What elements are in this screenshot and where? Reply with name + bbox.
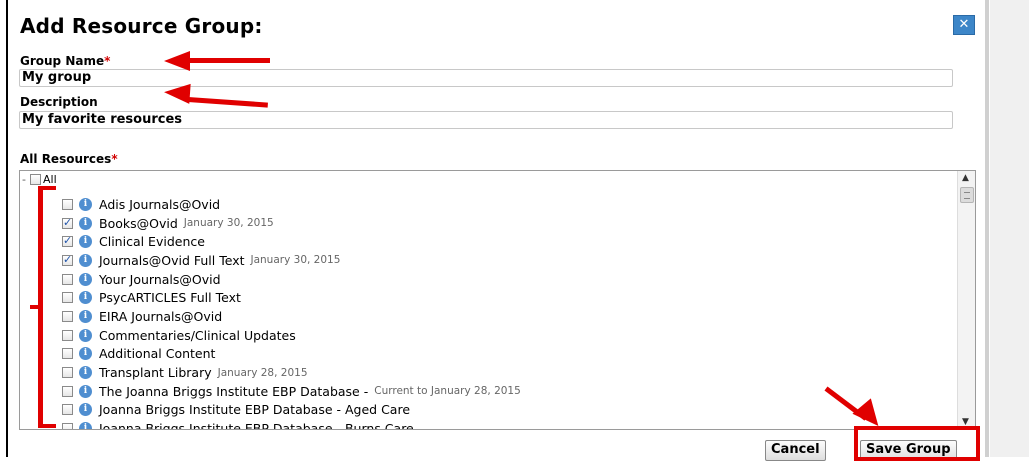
resource-checkbox[interactable] [62,273,73,285]
resource-checkbox[interactable] [62,253,73,266]
dialog-left-border [6,0,8,457]
info-icon[interactable]: i [79,422,92,429]
resource-name: Joanna Briggs Institute EBP Database - A… [99,402,411,418]
info-icon[interactable]: i [79,216,92,230]
list-item[interactable]: i Additional Content [62,345,521,364]
page-background-right [990,0,1029,457]
resource-checkbox[interactable] [62,404,73,416]
resource-checkbox[interactable] [62,198,73,210]
list-item[interactable]: i Your Journals@Ovid [62,270,521,289]
resource-name: Books@Ovid [99,215,178,231]
info-icon[interactable]: i [79,291,92,305]
resource-name: Additional Content [99,346,216,362]
dialog-right-border [985,0,989,457]
required-mark: * [111,152,118,166]
resource-date: January 30, 2015 [250,254,341,267]
resource-name: EIRA Journals@Ovid [99,308,223,324]
resource-checkbox[interactable] [62,310,73,322]
all-resources-label-text: All Resources [20,152,112,166]
required-mark: * [104,54,111,68]
collapse-icon[interactable]: - [22,173,26,186]
info-icon[interactable]: i [79,272,92,286]
resource-name: Transplant Library [99,365,212,381]
resource-name: PsycARTICLES Full Text [99,290,241,306]
info-icon[interactable]: i [79,197,92,211]
info-icon[interactable]: i [79,328,92,342]
resource-date: Current to January 28, 2015 [374,385,521,398]
dialog-title: Add Resource Group: [20,14,263,38]
list-item[interactable]: i Joanna Briggs Institute EBP Database - … [62,419,521,430]
cancel-button[interactable]: Cancel [765,440,826,461]
resource-name: Adis Journals@Ovid [99,196,221,212]
list-item[interactable]: i Journals@Ovid Full Text January 30, 2015 [62,251,521,270]
resource-checkbox[interactable] [62,367,73,379]
all-resources-label: All Resources* [20,152,118,166]
tree-root-label: All [42,173,57,186]
resource-date: January 28, 2015 [217,366,308,379]
list-item[interactable]: i The Joanna Briggs Institute EBP Databas… [62,382,521,401]
list-item[interactable]: i Clinical Evidence [62,232,521,251]
info-icon[interactable]: i [79,235,92,249]
list-item[interactable]: i Joanna Briggs Institute EBP Database - … [62,401,521,420]
group-name-field[interactable]: My group [19,69,953,87]
list-item[interactable]: i Books@Ovid January 30, 2015 [62,214,521,233]
group-name-label: Group Name* [20,54,110,68]
annotation-save-highlight [854,426,980,461]
scroll-up-icon[interactable]: ▲ [962,173,969,183]
info-icon[interactable]: i [79,403,92,417]
resource-checkbox[interactable] [62,234,73,248]
resource-name: Your Journals@Ovid [99,271,221,287]
scrollbar-thumb[interactable] [960,187,974,203]
list-item[interactable]: i Adis Journals@Ovid [62,195,521,214]
list-item[interactable]: i Transplant Library January 28, 2015 [62,363,521,382]
info-icon[interactable]: i [79,384,92,398]
description-label: Description [20,95,98,109]
list-item[interactable]: i Commentaries/Clinical Updates [62,326,521,345]
resource-checkbox[interactable] [62,423,73,429]
info-icon[interactable]: i [79,366,92,380]
tree-root: - All [22,173,57,186]
resource-name: Commentaries/Clinical Updates [99,327,296,343]
info-icon[interactable]: i [79,347,92,361]
close-icon[interactable]: ✕ [953,15,975,35]
resource-name: The Joanna Briggs Institute EBP Database… [99,383,369,399]
resource-name: Joanna Briggs Institute EBP Database - B… [99,421,414,430]
group-name-label-text: Group Name [20,54,105,68]
resource-name: Journals@Ovid Full Text [99,252,245,268]
info-icon[interactable]: i [79,309,92,323]
resource-checkbox[interactable] [62,292,73,304]
tree-scrollbar[interactable]: ▲ ▼ [957,171,975,429]
list-item[interactable]: i PsycARTICLES Full Text [62,288,521,307]
resource-checkbox[interactable] [62,216,73,229]
resource-name: Clinical Evidence [99,234,205,250]
info-icon[interactable]: i [79,253,92,267]
list-item[interactable]: i EIRA Journals@Ovid [62,307,521,326]
resource-checkbox[interactable] [62,348,73,360]
description-field[interactable]: My favorite resources [19,111,953,129]
select-all-checkbox[interactable] [29,174,41,185]
resource-checkbox[interactable] [62,385,73,397]
resource-checkbox[interactable] [62,329,73,341]
resource-date: January 30, 2015 [183,217,274,230]
resource-list: i Adis Journals@Ovid i Books@Ovid January 30… [62,195,521,430]
